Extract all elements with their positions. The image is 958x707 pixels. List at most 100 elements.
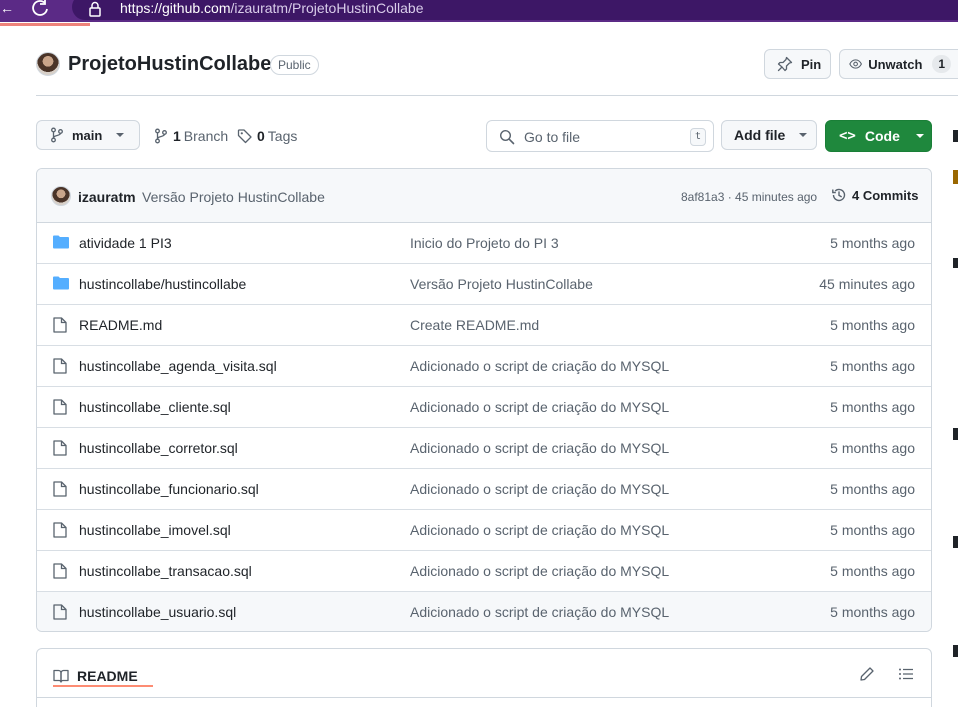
pin-label: Pin xyxy=(801,56,822,72)
file-commit-message[interactable]: Adicionado o script de criação do MYSQL xyxy=(410,358,669,374)
file-age: 5 months ago xyxy=(830,522,915,538)
file-name[interactable]: atividade 1 PI3 xyxy=(79,235,172,251)
list-icon[interactable] xyxy=(898,666,914,687)
branch-selector[interactable]: main xyxy=(36,120,140,150)
chevron-down-icon xyxy=(116,133,125,137)
file-icon xyxy=(53,563,67,584)
sidebar-fragment xyxy=(953,645,958,657)
git-branch-icon xyxy=(51,127,63,143)
sidebar-fragment xyxy=(953,258,958,268)
visibility-badge: Public xyxy=(270,55,319,75)
avatar[interactable] xyxy=(51,186,71,206)
sidebar-fragment xyxy=(953,428,958,440)
file-icon xyxy=(53,604,67,625)
file-commit-message[interactable]: Versão Projeto HustinCollabe xyxy=(410,276,593,292)
table-row[interactable]: atividade 1 PI3 Inicio do Projeto do PI … xyxy=(37,223,931,264)
commits-count: 4 Commits xyxy=(852,187,919,203)
file-age: 5 months ago xyxy=(830,399,915,415)
book-icon xyxy=(53,669,69,683)
file-commit-message[interactable]: Adicionado o script de criação do MYSQL xyxy=(410,399,669,415)
pin-button[interactable]: Pin xyxy=(764,49,831,79)
file-name[interactable]: hustincollabe_imovel.sql xyxy=(79,522,231,538)
code-icon: <> xyxy=(839,128,856,144)
unwatch-button[interactable]: Unwatch 1 ▼ xyxy=(839,49,958,79)
eye-icon xyxy=(849,59,862,69)
file-commit-message[interactable]: Inicio do Projeto do PI 3 xyxy=(410,235,559,251)
file-commit-message[interactable]: Adicionado o script de criação do MYSQL xyxy=(410,563,669,579)
back-icon[interactable]: ← xyxy=(0,0,14,18)
add-file-button[interactable]: Add file xyxy=(721,120,817,150)
file-icon xyxy=(53,522,67,543)
tags-link[interactable]: 0 Tags xyxy=(237,128,297,144)
file-age: 5 months ago xyxy=(830,358,915,374)
tab-readme[interactable]: README xyxy=(53,665,138,687)
file-icon xyxy=(53,399,67,420)
repo-title[interactable]: ProjetoHustinCollabe xyxy=(68,53,271,76)
tag-count: 0 xyxy=(257,128,265,144)
file-name[interactable]: hustincollabe_transacao.sql xyxy=(79,563,252,579)
table-row[interactable]: hustincollabe/hustincollabe Versão Proje… xyxy=(37,264,931,305)
file-table: izauratm Versão Projeto HustinCollabe 8a… xyxy=(36,168,932,632)
file-icon xyxy=(53,317,67,338)
branches-link[interactable]: 1 Branch xyxy=(154,128,228,144)
add-file-label: Add file xyxy=(734,127,786,143)
sidebar-fragment xyxy=(953,536,958,548)
commit-message[interactable]: Versão Projeto HustinCollabe xyxy=(142,189,325,205)
file-name[interactable]: hustincollabe_corretor.sql xyxy=(79,440,238,456)
url-host: https://github.com xyxy=(120,0,231,16)
chevron-down-icon xyxy=(799,133,808,137)
file-commit-message[interactable]: Create README.md xyxy=(410,317,539,333)
file-name[interactable]: hustincollabe/hustincollabe xyxy=(79,276,246,292)
tag-count-label: Tags xyxy=(267,128,298,144)
watch-counter: 1 xyxy=(932,55,952,73)
go-to-file-input[interactable]: Go to file t xyxy=(486,120,714,152)
table-row[interactable]: README.md Create README.md 5 months ago xyxy=(37,305,931,346)
file-name[interactable]: hustincollabe_agenda_visita.sql xyxy=(79,358,277,374)
url-path: /izauratm/ProjetoHustinCollabe xyxy=(230,0,424,16)
table-row[interactable]: hustincollabe_cliente.sql Adicionado o s… xyxy=(37,387,931,428)
table-row[interactable]: hustincollabe_transacao.sql Adicionado o… xyxy=(37,551,931,592)
file-commit-message[interactable]: Adicionado o script de criação do MYSQL xyxy=(410,481,669,497)
code-button[interactable]: <> Code xyxy=(825,120,932,152)
file-icon xyxy=(53,481,67,502)
folder-icon xyxy=(53,276,69,295)
unwatch-label: Unwatch xyxy=(868,56,923,72)
file-commit-message[interactable]: Adicionado o script de criação do MYSQL xyxy=(410,440,669,456)
sidebar-fragment xyxy=(953,170,958,184)
branch-count-label: Branch xyxy=(183,128,229,144)
code-label: Code xyxy=(864,128,900,144)
table-row[interactable]: hustincollabe_imovel.sql Adicionado o sc… xyxy=(37,510,931,551)
readme-tab-label: README xyxy=(77,668,138,684)
commits-history-link[interactable]: 4 Commits xyxy=(831,187,918,203)
git-branch-icon xyxy=(155,128,167,144)
keyboard-shortcut-hint: t xyxy=(690,128,706,146)
search-icon xyxy=(499,129,515,145)
avatar[interactable] xyxy=(36,52,60,76)
table-row[interactable]: hustincollabe_corretor.sql Adicionado o … xyxy=(37,428,931,469)
branch-name: main xyxy=(72,127,103,143)
file-age: 5 months ago xyxy=(830,440,915,456)
file-name[interactable]: hustincollabe_funcionario.sql xyxy=(79,481,259,497)
chevron-down-icon xyxy=(915,134,924,138)
reload-icon[interactable] xyxy=(30,0,54,18)
file-name[interactable]: hustincollabe_usuario.sql xyxy=(79,604,236,620)
readme-divider xyxy=(37,697,931,698)
folder-icon xyxy=(53,235,69,254)
commit-hash-time[interactable]: 8af81a3 · 45 minutes ago xyxy=(681,190,817,204)
address-bar[interactable]: https://github.com/izauratm/ProjetoHusti… xyxy=(72,0,958,20)
file-commit-message[interactable]: Adicionado o script de criação do MYSQL xyxy=(410,522,669,538)
file-commit-message[interactable]: Adicionado o script de criação do MYSQL xyxy=(410,604,669,620)
file-name[interactable]: hustincollabe_cliente.sql xyxy=(79,399,231,415)
header-divider xyxy=(36,95,958,96)
table-row[interactable]: hustincollabe_usuario.sql Adicionado o s… xyxy=(37,592,931,631)
commit-author[interactable]: izauratm xyxy=(78,189,136,205)
history-icon xyxy=(832,188,846,202)
table-row[interactable]: hustincollabe_funcionario.sql Adicionado… xyxy=(37,469,931,510)
table-row[interactable]: hustincollabe_agenda_visita.sql Adiciona… xyxy=(37,346,931,387)
file-age: 5 months ago xyxy=(830,563,915,579)
sidebar-fragment xyxy=(953,130,958,142)
file-name[interactable]: README.md xyxy=(79,317,162,333)
pencil-icon[interactable] xyxy=(859,666,875,687)
file-icon xyxy=(53,440,67,461)
pin-icon xyxy=(777,56,793,72)
